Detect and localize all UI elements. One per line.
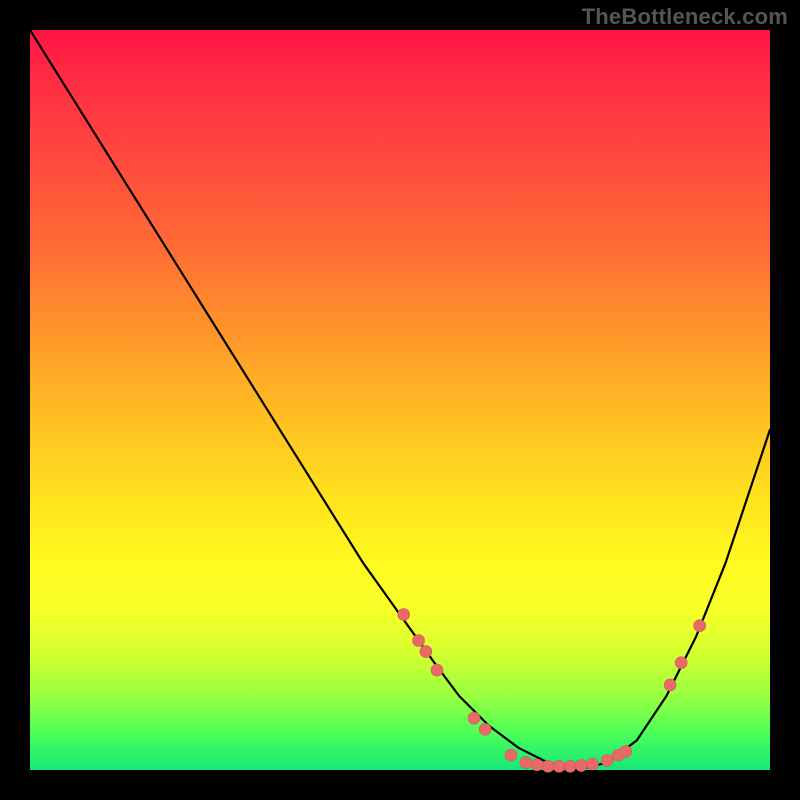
data-point-p20	[694, 620, 706, 632]
data-point-p2	[413, 635, 425, 647]
data-point-p17	[620, 746, 632, 758]
data-point-p1	[398, 609, 410, 621]
bottleneck-curve	[30, 30, 770, 770]
data-point-p4	[431, 664, 443, 676]
data-point-p14	[586, 758, 598, 770]
data-point-p13	[575, 760, 587, 772]
data-point-p7	[505, 749, 517, 761]
data-point-p6	[479, 723, 491, 735]
chart-frame: TheBottleneck.com	[0, 0, 800, 800]
data-point-p15	[601, 754, 613, 766]
data-point-p3	[420, 646, 432, 658]
data-point-p5	[468, 712, 480, 724]
plot-area	[30, 30, 770, 770]
data-point-p9	[531, 759, 543, 771]
data-point-p19	[675, 657, 687, 669]
data-points	[398, 609, 706, 773]
data-point-p11	[553, 760, 565, 772]
watermark-text: TheBottleneck.com	[582, 4, 788, 30]
data-point-p8	[520, 757, 532, 769]
data-point-p10	[542, 760, 554, 772]
data-point-p12	[564, 760, 576, 772]
data-point-p18	[664, 679, 676, 691]
chart-svg	[30, 30, 770, 770]
